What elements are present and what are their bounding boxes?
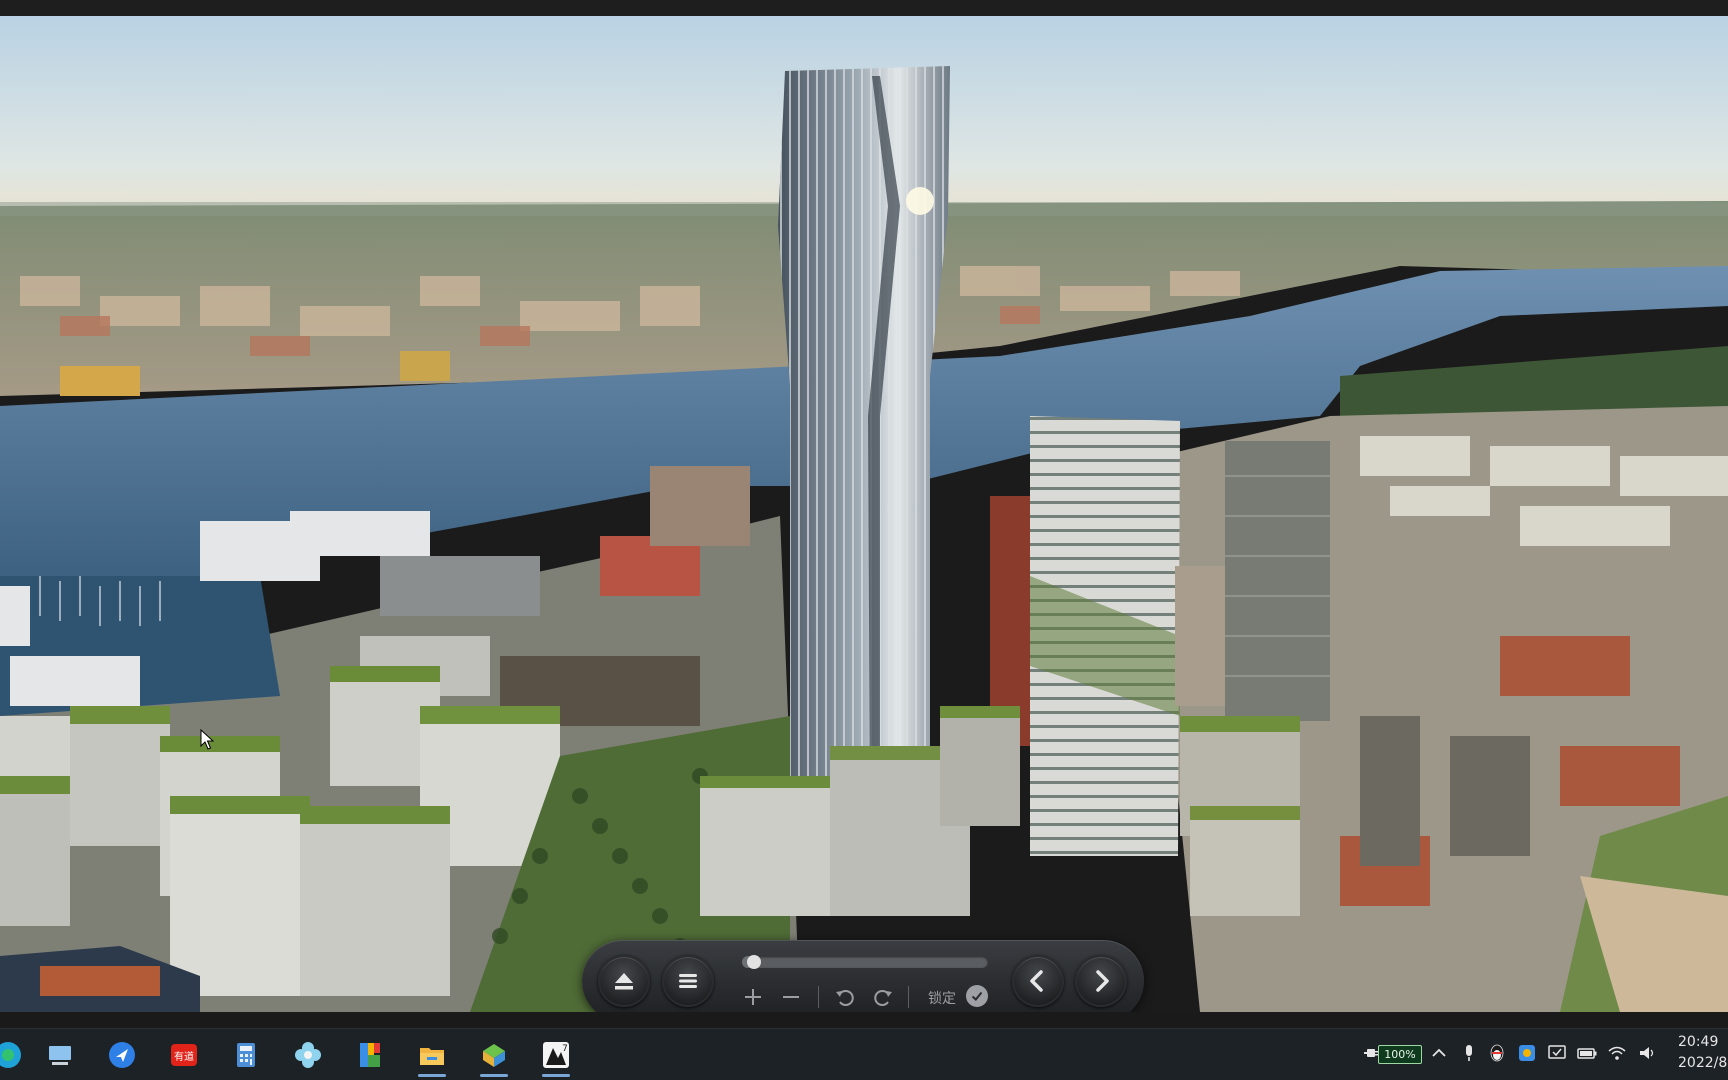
- youdao-icon: 有道: [171, 1044, 197, 1066]
- city-skyline-photo: [0, 16, 1728, 1012]
- mouse-pointer-icon: [200, 729, 214, 750]
- progress-knob[interactable]: [747, 955, 761, 969]
- rotate-left-button[interactable]: [832, 984, 858, 1010]
- zoom-in-icon: [745, 989, 761, 1005]
- penguin-icon: [1490, 1044, 1504, 1062]
- feishu-icon: [109, 1042, 135, 1068]
- next-button[interactable]: [1075, 955, 1127, 1007]
- microphone-icon: [1466, 1045, 1472, 1061]
- palette-app-icon: [360, 1043, 380, 1067]
- cube-app-icon: [483, 1044, 505, 1067]
- progress-slider[interactable]: [742, 955, 988, 969]
- clock-time: 20:49: [1678, 1034, 1719, 1050]
- menu-button[interactable]: [662, 955, 714, 1007]
- tray-security[interactable]: [1546, 1042, 1568, 1064]
- speaker-icon: [1640, 1047, 1654, 1059]
- check-icon: [971, 991, 983, 1001]
- taskbar-app-palette[interactable]: [350, 1035, 390, 1075]
- tray-battery[interactable]: [1576, 1042, 1598, 1064]
- tray-microphone[interactable]: [1458, 1042, 1480, 1064]
- tray-qq[interactable]: [1486, 1042, 1508, 1064]
- system-clock[interactable]: 20:49 2022/8: [1678, 1032, 1728, 1074]
- svg-text:7: 7: [562, 1044, 568, 1054]
- svg-text:有道: 有道: [174, 1050, 194, 1063]
- window-bottom-border: [0, 1012, 1728, 1028]
- next-icon: [1096, 970, 1109, 992]
- eject-icon: [615, 973, 633, 990]
- rotate-right-button[interactable]: [870, 984, 896, 1010]
- taskbar-app-calculator[interactable]: [226, 1035, 266, 1075]
- taskbar-app-cube[interactable]: [474, 1035, 514, 1077]
- taskbar-app-computer[interactable]: [40, 1035, 80, 1075]
- image-viewer[interactable]: 锁定: [0, 16, 1728, 1012]
- taskbar-app-youdao[interactable]: 有道: [164, 1035, 204, 1075]
- rotate-left-icon: [836, 990, 854, 1006]
- taskbar-app-browser[interactable]: [0, 1035, 28, 1075]
- zoom-out-button[interactable]: [778, 984, 804, 1010]
- taskbar-app-feishu[interactable]: [102, 1035, 142, 1075]
- image-viewer-icon: 7: [543, 1042, 569, 1068]
- taskbar-app-file-explorer[interactable]: [412, 1035, 452, 1077]
- computer-icon: [49, 1046, 71, 1065]
- toolbar-divider: [818, 986, 819, 1008]
- eject-button[interactable]: [598, 955, 650, 1007]
- rotate-right-icon: [874, 990, 892, 1006]
- zoom-out-icon: [783, 996, 799, 998]
- battery-percent-badge[interactable]: 100%: [1378, 1045, 1422, 1064]
- tray-wifi[interactable]: [1606, 1042, 1628, 1064]
- taskbar-app-flower[interactable]: [288, 1035, 328, 1075]
- browser-icon: [0, 1042, 21, 1068]
- flower-app-icon: [295, 1042, 321, 1068]
- wifi-icon: [1608, 1046, 1626, 1060]
- clock-date: 2022/8: [1678, 1055, 1728, 1071]
- previous-button[interactable]: [1012, 955, 1064, 1007]
- security-icon: [1548, 1045, 1566, 1059]
- battery-icon: [1577, 1048, 1597, 1059]
- tray-show-hidden[interactable]: [1428, 1042, 1450, 1064]
- calculator-icon: [237, 1043, 255, 1067]
- tray-color-app[interactable]: [1516, 1042, 1538, 1064]
- color-app-icon: [1519, 1045, 1535, 1061]
- lock-label[interactable]: 锁定: [928, 988, 956, 1008]
- zoom-in-button[interactable]: [740, 984, 766, 1010]
- taskbar-app-image-viewer[interactable]: 7: [536, 1035, 576, 1077]
- window-top-border: [0, 0, 1728, 16]
- file-explorer-icon: [420, 1048, 444, 1065]
- lock-toggle[interactable]: [966, 985, 988, 1007]
- viewer-toolbar: 锁定: [582, 940, 1144, 1012]
- prev-icon: [1030, 970, 1043, 992]
- menu-icon: [679, 974, 697, 988]
- toolbar-divider: [908, 986, 909, 1008]
- tray-volume[interactable]: [1636, 1042, 1658, 1064]
- chevron-up-icon: [1432, 1048, 1446, 1057]
